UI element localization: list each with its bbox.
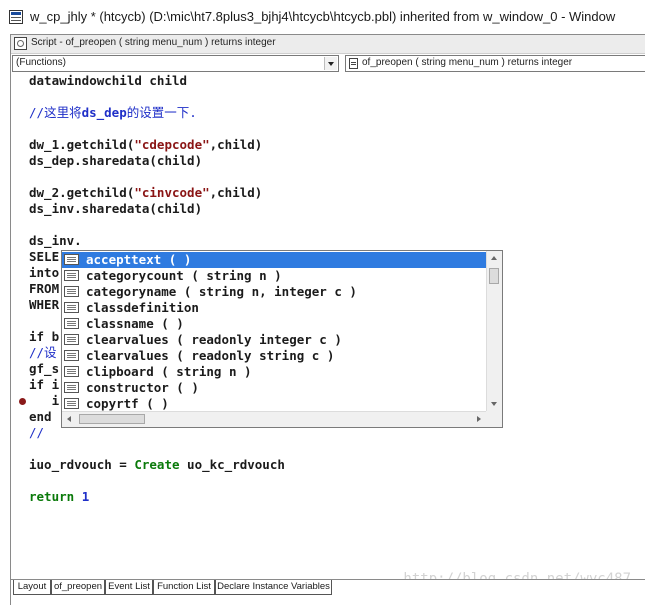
keyword-token: return (29, 489, 82, 504)
chevron-down-icon[interactable] (324, 57, 337, 70)
autocomplete-list[interactable]: accepttext ( ) categorycount ( string n … (62, 252, 486, 411)
code-line: into (29, 265, 60, 280)
tab-function-list[interactable]: Function List (153, 580, 215, 595)
script-icon (14, 37, 27, 50)
function-list-icon (64, 334, 79, 345)
autocomplete-item-label: classdefinition (86, 300, 199, 315)
function-icon (349, 58, 358, 69)
code-line: if b (29, 329, 60, 344)
scroll-right-icon[interactable] (472, 412, 486, 427)
code-line: iuo_rdvouch = Create uo_kc_rdvouch (29, 457, 285, 473)
object-dropdown[interactable]: (Functions) (12, 55, 339, 72)
code-line: dw_2.getchild("cinvcode",child) (29, 185, 262, 201)
autocomplete-item[interactable]: clearvalues ( readonly integer c ) (62, 332, 486, 348)
function-list-icon (64, 398, 79, 409)
function-list-icon (64, 270, 79, 281)
code-line: return 1 (29, 489, 89, 505)
autocomplete-item[interactable]: classname ( ) (62, 316, 486, 332)
function-list-icon (64, 366, 79, 377)
function-list-icon (64, 254, 79, 265)
autocomplete-item-label: categorycount ( string n ) (86, 268, 282, 283)
scroll-up-icon[interactable] (487, 251, 502, 265)
code-token: ,child) (209, 137, 263, 152)
code-line: WHER (29, 297, 60, 312)
autocomplete-item[interactable]: clipboard ( string n ) (62, 364, 486, 380)
autocomplete-item[interactable]: constructor ( ) (62, 380, 486, 396)
code-token: uo_kc_rdvouch (179, 457, 285, 472)
code-line-comment: //设 (29, 345, 57, 360)
code-line: datawindowchild child (29, 73, 188, 88)
function-list-icon (64, 302, 79, 313)
code-line: SELE (29, 249, 60, 264)
scrollbar-corner (486, 411, 502, 427)
autocomplete-item-label: constructor ( ) (86, 380, 199, 395)
autocomplete-item-label: clearvalues ( readonly string c ) (86, 348, 335, 363)
code-line: end (29, 409, 52, 424)
function-list-icon (64, 350, 79, 361)
comment-token: ds_dep (81, 105, 127, 120)
breakpoint-marker[interactable] (19, 398, 26, 405)
tab-event-list[interactable]: Event List (105, 580, 153, 595)
code-token: dw_1.getchild( (29, 137, 135, 152)
autocomplete-item-label: copyrtf ( ) (86, 396, 169, 411)
code-line: dw_1.getchild("cdepcode",child) (29, 137, 262, 153)
autocomplete-item[interactable]: clearvalues ( readonly string c ) (62, 348, 486, 364)
vertical-scrollbar[interactable] (486, 251, 502, 411)
autocomplete-item[interactable]: copyrtf ( ) (62, 396, 486, 411)
code-line: ds_inv.sharedata(child) (29, 201, 203, 216)
scroll-left-icon[interactable] (62, 412, 76, 427)
autocomplete-item[interactable]: accepttext ( ) (62, 252, 486, 268)
function-list-icon (64, 382, 79, 393)
autocomplete-item-label: accepttext ( ) (86, 252, 192, 267)
function-list-icon (64, 318, 79, 329)
code-line: ds_dep.sharedata(child) (29, 153, 203, 168)
number-token: 1 (81, 489, 90, 504)
autocomplete-item-label: classname ( ) (86, 316, 184, 331)
string-token: "cdepcode" (134, 137, 210, 152)
code-line: if i (29, 377, 60, 392)
script-window: Script - of_preopen ( string menu_num ) … (10, 34, 645, 605)
code-token: ,child) (209, 185, 263, 200)
code-line-comment: // (29, 425, 45, 440)
autocomplete-item-label: clearvalues ( readonly integer c ) (86, 332, 342, 347)
event-dropdown-value: of_preopen ( string menu_num ) returns i… (362, 57, 573, 68)
window-title: w_cp_jhly * (htcycb) (D:\mic\ht7.8plus3_… (30, 9, 616, 24)
autocomplete-item-label: categoryname ( string n, integer c ) (86, 284, 357, 299)
view-tabbar: Layout of_preopen Event List Function Li… (11, 579, 645, 597)
code-token: dw_2.getchild( (29, 185, 135, 200)
code-line: FROM (29, 281, 60, 296)
comment-token: 这里将 (44, 105, 82, 120)
script-titlebar[interactable]: Script - of_preopen ( string menu_num ) … (11, 35, 645, 54)
string-token: "cinvcode" (134, 185, 210, 200)
keyword-token: Create (134, 457, 180, 472)
autocomplete-item[interactable]: categoryname ( string n, integer c ) (62, 284, 486, 300)
script-title: Script - of_preopen ( string menu_num ) … (31, 37, 276, 48)
tab-layout[interactable]: Layout (13, 580, 51, 595)
window-icon (9, 10, 23, 24)
code-line: ds_inv. (29, 233, 82, 248)
autocomplete-item-label: clipboard ( string n ) (86, 364, 252, 379)
horizontal-scrollbar[interactable] (62, 411, 486, 427)
scrollbar-thumb[interactable] (489, 268, 499, 284)
event-dropdown[interactable]: of_preopen ( string menu_num ) returns i… (345, 55, 645, 72)
comment-token: 的设置一下. (126, 105, 197, 120)
scrollbar-thumb[interactable] (79, 414, 145, 424)
function-list-icon (64, 286, 79, 297)
window-titlebar[interactable]: w_cp_jhly * (htcycb) (D:\mic\ht7.8plus3_… (0, 0, 645, 34)
code-line-comment: //这里将ds_dep的设置一下. (29, 105, 197, 121)
code-token: iuo_rdvouch = (29, 457, 135, 472)
code-line: i (29, 393, 60, 408)
autocomplete-item[interactable]: classdefinition (62, 300, 486, 316)
code-line: gf_s (29, 361, 60, 376)
tab-declare-instance-variables[interactable]: Declare Instance Variables (215, 580, 332, 595)
comment-token: // (29, 105, 45, 120)
autocomplete-item[interactable]: categorycount ( string n ) (62, 268, 486, 284)
scroll-down-icon[interactable] (487, 397, 502, 411)
autocomplete-popup[interactable]: accepttext ( ) categorycount ( string n … (61, 250, 503, 428)
object-dropdown-value: (Functions) (16, 57, 67, 68)
tab-of-preopen[interactable]: of_preopen (51, 580, 105, 595)
